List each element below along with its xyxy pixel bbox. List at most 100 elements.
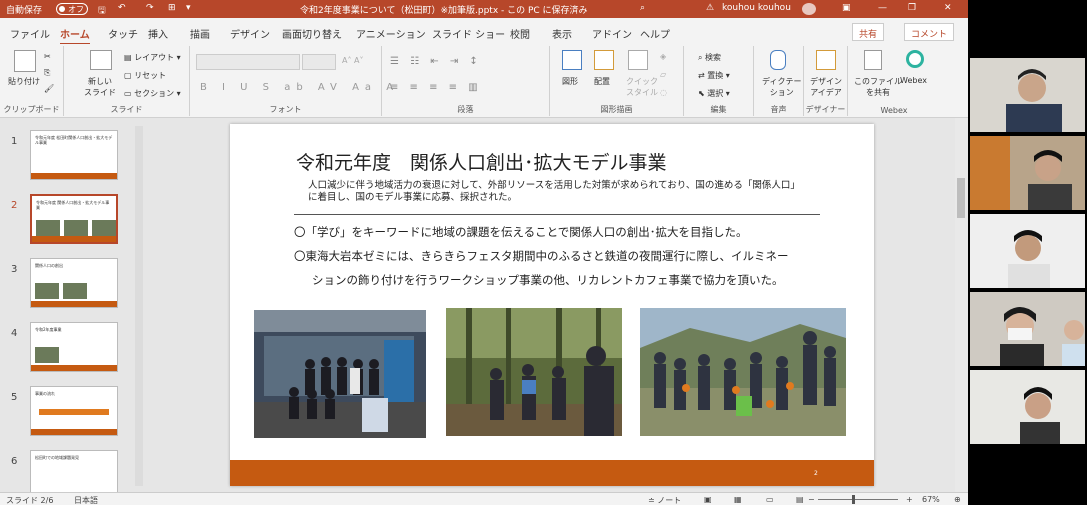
photo-group-mountain[interactable] (640, 308, 846, 436)
participant-video[interactable] (970, 136, 1085, 210)
select-button[interactable]: ⬉ 選択 ▾ (698, 88, 730, 99)
tab-7[interactable]: アニメーション (356, 26, 426, 41)
reading-view-icon[interactable]: ▭ (766, 495, 774, 504)
section-button[interactable]: ▭ セクション ▾ (124, 88, 181, 99)
normal-view-icon[interactable]: ▣ (704, 495, 712, 504)
paste-button[interactable]: 貼り付け (8, 76, 40, 87)
tab-12[interactable]: ヘルプ (640, 26, 670, 41)
list-buttons[interactable]: ☰ ☷ ⇤ ⇥ ↕ (390, 56, 482, 67)
bullet-2[interactable]: 〇東海大岩本ゼミには、きらきらフェスタ期間中のふるさと鉄道の夜間運行に際し、イル… (294, 248, 789, 264)
tab-3[interactable]: 挿入 (148, 26, 168, 41)
slide-thumbnail-row[interactable]: 5 事業の流れ (0, 382, 146, 442)
customize-icon[interactable]: ▾ (186, 3, 191, 13)
language-indicator[interactable]: 日本語 (74, 495, 98, 505)
slide-thumbnail[interactable]: 事業の流れ (30, 386, 118, 436)
tab-0[interactable]: ファイル (10, 26, 50, 41)
participant-video[interactable] (970, 214, 1085, 288)
share-file-icon[interactable] (864, 50, 882, 70)
slideshow-icon[interactable]: ▤ (796, 495, 804, 504)
undo-icon[interactable]: ↶ (118, 3, 126, 13)
tab-2[interactable]: タッチ (108, 26, 138, 41)
photo-group-at-station[interactable] (254, 310, 426, 438)
photo-forest-workshop[interactable] (446, 308, 622, 436)
slide-thumbnail[interactable]: 松田町での地域課題発見 (30, 450, 118, 492)
slide-thumbnail-row[interactable]: 2 令和元年度 関係人口創出・拡大モデル事業 (0, 190, 146, 250)
arrange-icon[interactable] (594, 50, 614, 70)
copy-icon[interactable]: ⎘ (44, 68, 50, 78)
paste-icon[interactable] (14, 50, 36, 72)
tab-1[interactable]: ホーム (60, 26, 90, 45)
zoom-out-icon[interactable]: − (808, 495, 815, 504)
slide-thumbnail[interactable]: 関係人口の創出 (30, 258, 118, 308)
user-name[interactable]: kouhou kouhou (722, 3, 791, 13)
present-icon[interactable]: ⊞ (168, 3, 176, 13)
restore-icon[interactable]: ❐ (908, 3, 916, 13)
reset-button[interactable]: ▢ リセット (124, 70, 166, 81)
share-file-button[interactable]: このファイル を共有 (854, 76, 902, 98)
quick-style-icon[interactable] (628, 50, 648, 70)
bullet-1[interactable]: 〇「学び」をキーワードに地域の課題を伝えることで関係人口の創出･拡大を目指した。 (294, 224, 748, 240)
microphone-icon[interactable] (770, 50, 786, 70)
slide-thumbnail-row[interactable]: 1 令和元年度 松田町関係人口創出・拡大モデル事業 (0, 126, 146, 186)
tab-8[interactable]: スライド ショー (432, 26, 505, 41)
cut-icon[interactable]: ✂ (44, 52, 51, 61)
webex-button[interactable]: Webex (900, 76, 927, 85)
shapes-button[interactable]: 図形 (562, 76, 578, 87)
slide-sorter-icon[interactable]: ▦ (734, 495, 742, 504)
zoom-level[interactable]: 67% (922, 495, 940, 504)
slide-thumbnail[interactable]: 令和元年度 松田町関係人口創出・拡大モデル事業 (30, 130, 118, 180)
bullet-2-continued[interactable]: ションの飾り付けを行うワークショップ事業の他、リカレントカフェ事業で協力を頂いた… (312, 272, 784, 288)
notes-button[interactable]: ≐ ノート (648, 495, 681, 505)
slide-thumbnail-row[interactable]: 3 関係人口の創出 (0, 254, 146, 314)
participant-video[interactable] (970, 370, 1085, 444)
shape-outline-icon[interactable]: ▱ (660, 70, 666, 79)
design-ideas-icon[interactable] (816, 50, 836, 70)
minimize-icon[interactable]: — (878, 3, 887, 13)
ribbon-options-icon[interactable]: ▣ (842, 3, 851, 13)
share-button[interactable]: 共有 (852, 23, 885, 41)
font-size-field[interactable] (302, 54, 336, 70)
zoom-slider[interactable] (818, 495, 898, 504)
font-grow-icon[interactable]: A˄ A˅ (342, 56, 364, 65)
shape-fill-icon[interactable]: ◈ (660, 52, 666, 61)
search-icon[interactable]: ⌕ (640, 3, 645, 13)
design-ideas-button[interactable]: デザイン アイデア (810, 76, 842, 98)
comment-button[interactable]: コメント (904, 23, 955, 41)
arrange-button[interactable]: 配置 (594, 76, 610, 87)
tab-11[interactable]: アドイン (592, 26, 632, 41)
tab-10[interactable]: 表示 (552, 26, 572, 41)
shapes-icon[interactable] (562, 50, 582, 70)
font-name-field[interactable] (196, 54, 300, 70)
slide-title[interactable]: 令和元年度 関係人口創出･拡大モデル事業 (296, 148, 667, 175)
quick-style-button[interactable]: クイック スタイル (626, 76, 658, 98)
slide-thumbnail[interactable]: 令和2年度事業 (30, 322, 118, 372)
new-slide-button[interactable]: 新しい スライド (84, 76, 116, 98)
tab-5[interactable]: デザイン (230, 26, 270, 41)
fit-to-window-icon[interactable]: ⊕ (954, 495, 961, 504)
autosave-toggle[interactable]: オフ (56, 3, 88, 15)
tab-6[interactable]: 画面切り替え (282, 26, 342, 41)
webex-icon[interactable] (906, 50, 924, 68)
tab-9[interactable]: 校閲 (510, 26, 530, 41)
layout-button[interactable]: ▤ レイアウト ▾ (124, 52, 181, 63)
format-painter-icon[interactable]: 🖌 (44, 84, 54, 93)
slide-subtitle[interactable]: 人口減少に伴う地域活力の衰退に対して、外部リソースを活用した対策が求められており… (308, 180, 808, 204)
participant-video[interactable] (970, 58, 1085, 132)
thumbnails-scrollbar[interactable] (135, 126, 143, 486)
tab-4[interactable]: 描画 (190, 26, 210, 41)
close-icon[interactable]: ✕ (944, 3, 952, 13)
align-buttons[interactable]: ≡ ≡ ≡ ≡ ▥ (390, 82, 482, 93)
new-slide-icon[interactable] (90, 50, 112, 70)
replace-button[interactable]: ⇄ 置換 ▾ (698, 70, 730, 81)
slide-thumbnail-row[interactable]: 4 令和2年度事業 (0, 318, 146, 378)
shape-effects-icon[interactable]: ◌ (660, 88, 667, 97)
redo-icon[interactable]: ↷ (146, 3, 154, 13)
avatar[interactable] (802, 3, 816, 15)
editor-scrollbar[interactable] (955, 118, 968, 492)
participant-video[interactable] (970, 292, 1085, 366)
zoom-in-icon[interactable]: + (906, 495, 913, 504)
slide-thumbnail[interactable]: 令和元年度 関係人口創出・拡大モデル事業 (30, 194, 118, 244)
find-button[interactable]: ⌕ 検索 (698, 52, 721, 63)
save-icon[interactable]: 🖫 (98, 3, 106, 19)
dictate-button[interactable]: ディクテー ション (762, 76, 801, 98)
